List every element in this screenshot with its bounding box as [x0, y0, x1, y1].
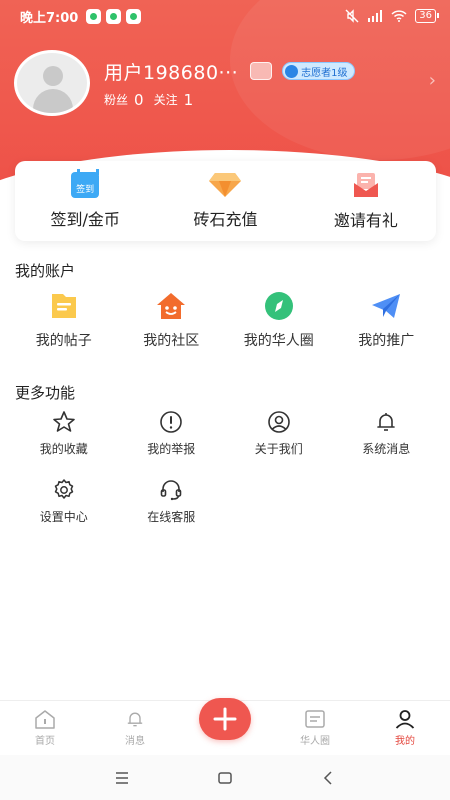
home-button[interactable] — [205, 763, 245, 793]
star-icon — [52, 411, 75, 432]
feature-item-label: 关于我们 — [254, 442, 303, 456]
account-item-posts[interactable]: 我的帖子 — [10, 290, 118, 350]
quick-action-label: 邀请有礼 — [333, 211, 398, 230]
menu-icon — [115, 771, 128, 784]
battery-indicator: 36 — [415, 9, 439, 23]
home-icon — [35, 709, 55, 729]
fans-count[interactable]: 0 — [134, 91, 144, 109]
avatar[interactable] — [14, 50, 90, 116]
recent-apps-button[interactable] — [102, 763, 142, 793]
feature-item-label: 设置中心 — [39, 510, 88, 524]
quick-action-checkin[interactable]: 签到 签到/金币 — [15, 161, 155, 241]
nav-item-home[interactable]: 首页 — [0, 701, 90, 754]
notification-app-icon — [86, 8, 102, 24]
signal-icon — [368, 10, 383, 22]
compass-icon — [264, 292, 293, 320]
quick-action-invite[interactable]: 邀请有礼 — [296, 161, 436, 241]
post-folder-icon — [51, 294, 76, 318]
follow-label[interactable]: 关注 — [154, 91, 178, 108]
quick-action-label: 签到/金币 — [50, 210, 120, 229]
bell-icon — [127, 712, 143, 726]
feature-item-about[interactable]: 关于我们 — [225, 410, 333, 457]
wifi-icon — [391, 10, 407, 22]
feature-item-label: 在线客服 — [147, 510, 196, 524]
system-navigation-bar — [0, 755, 450, 800]
nav-label: 首页 — [35, 735, 55, 747]
square-icon — [218, 771, 232, 784]
quick-action-label: 砖石充值 — [193, 210, 258, 229]
medal-icon[interactable] — [250, 62, 273, 80]
volunteer-badge-label: 志愿者1级 — [301, 67, 348, 79]
nav-label: 华人圈 — [300, 735, 330, 747]
profile-info: 用户198680··· 志愿者1级 粉丝 0 关注 1 — [104, 58, 436, 109]
notification-wechat-icon — [106, 8, 122, 24]
status-time: 晚上7:00 — [20, 10, 79, 26]
notification-app-icon — [126, 8, 142, 24]
back-chevron-icon — [324, 770, 332, 785]
feature-item-system-messages[interactable]: 系统消息 — [333, 410, 441, 457]
user-circle-icon — [267, 411, 290, 433]
section-title-more-features: 更多功能 — [15, 384, 76, 402]
more-features-row-1: 我的收藏 我的举报 关于我们 系统消息 — [10, 410, 440, 457]
feature-item-label: 我的举报 — [147, 442, 196, 456]
account-item-community[interactable]: 我的社区 — [118, 290, 226, 350]
profile-stats: 粉丝 0 关注 1 — [104, 91, 436, 109]
quick-action-recharge[interactable]: 砖石充值 — [155, 161, 295, 241]
mute-icon — [345, 9, 359, 23]
account-item-label: 我的帖子 — [35, 333, 92, 349]
account-item-label: 我的社区 — [143, 333, 200, 349]
status-bar: 晚上7:00 36 — [0, 0, 450, 32]
volunteer-avatar-icon — [285, 64, 299, 78]
feature-item-favorites[interactable]: 我的收藏 — [10, 410, 118, 457]
nav-item-mine[interactable]: 我的 — [360, 701, 450, 754]
profile-header[interactable]: 用户198680··· 志愿者1级 粉丝 0 关注 1 › — [14, 48, 436, 118]
plus-icon — [213, 707, 237, 731]
feature-item-label: 系统消息 — [362, 442, 411, 456]
back-button[interactable] — [308, 763, 348, 793]
account-item-label: 我的华人圈 — [243, 333, 314, 349]
nav-label: 我的 — [395, 735, 415, 747]
account-item-label: 我的推广 — [358, 333, 415, 349]
bell-icon — [377, 413, 396, 431]
feature-item-settings[interactable]: 设置中心 — [10, 478, 118, 525]
status-notification-icons — [86, 8, 142, 24]
account-item-promotion[interactable]: 我的推广 — [333, 290, 441, 350]
alert-circle-icon — [160, 411, 183, 433]
message-square-icon — [305, 709, 325, 728]
fans-label[interactable]: 粉丝 — [104, 91, 128, 108]
chevron-right-icon[interactable]: › — [429, 70, 436, 91]
nav-item-messages[interactable]: 消息 — [90, 701, 180, 754]
my-account-grid: 我的帖子 我的社区 我的华人圈 我的推广 — [10, 290, 440, 350]
nav-label: 消息 — [125, 735, 145, 747]
quick-actions-card: 签到 签到/金币 砖石充值 邀请有礼 — [15, 161, 436, 241]
section-title-my-account: 我的账户 — [15, 262, 76, 280]
headset-icon — [160, 480, 182, 501]
checkin-calendar-icon: 签到 — [71, 169, 100, 198]
username: 用户198680··· — [104, 61, 239, 84]
gear-icon — [54, 479, 73, 499]
follow-count[interactable]: 1 — [184, 91, 194, 109]
profile-icon — [395, 709, 415, 729]
invite-envelope-icon — [353, 173, 378, 197]
community-house-icon — [157, 293, 186, 319]
create-post-button[interactable] — [199, 698, 251, 740]
diamond-icon — [209, 173, 242, 197]
nav-item-circle[interactable]: 华人圈 — [270, 701, 360, 754]
paper-plane-icon — [372, 294, 401, 318]
more-features-row-2: 设置中心 在线客服 — [10, 478, 440, 525]
status-system-icons: 36 — [345, 9, 439, 23]
feature-item-reports[interactable]: 我的举报 — [118, 410, 226, 457]
feature-item-label: 我的收藏 — [39, 442, 88, 456]
account-item-circle[interactable]: 我的华人圈 — [225, 290, 333, 350]
volunteer-badge[interactable]: 志愿者1级 — [282, 62, 355, 80]
feature-item-customer-service[interactable]: 在线客服 — [118, 478, 226, 525]
